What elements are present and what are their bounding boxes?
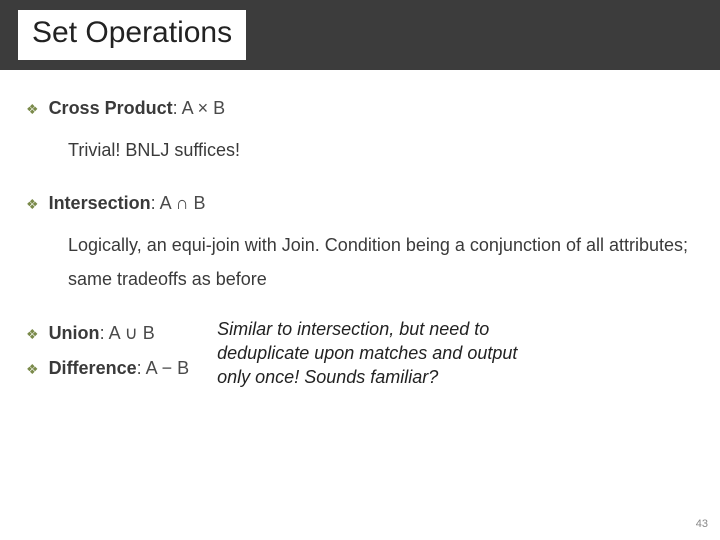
bullet-subtext: Logically, an equi-join with Join. Condi… [68, 228, 694, 296]
bullet-subtext: Trivial! BNLJ suffices! [68, 133, 694, 167]
bullet-expression: : A − B [137, 358, 190, 378]
bullet-line: ❖ Cross Product: A × B [26, 98, 694, 119]
bullet-intersection: ❖ Intersection: A ∩ B Logically, an equi… [26, 193, 694, 296]
slide: Set Operations ❖ Cross Product: A × B Tr… [0, 0, 720, 540]
page-number: 43 [696, 518, 708, 530]
bullet-union: ❖ Union: A ∪ B [26, 323, 189, 344]
bullet-line: ❖ Intersection: A ∩ B [26, 193, 694, 214]
bullet-label: Union [49, 323, 100, 343]
lower-row: ❖ Union: A ∪ B ❖ Difference: A − B Simil… [26, 323, 694, 393]
title-box: Set Operations [18, 10, 246, 60]
diamond-bullet-icon: ❖ [26, 361, 39, 378]
page-title: Set Operations [32, 16, 232, 49]
diamond-bullet-icon: ❖ [26, 326, 39, 343]
bullet-label: Intersection [49, 193, 151, 213]
bullet-expression: : A ∪ B [100, 323, 155, 343]
bullet-expression: : A ∩ B [151, 193, 206, 213]
diamond-bullet-icon: ❖ [26, 101, 39, 118]
bullet-label: Difference [49, 358, 137, 378]
bullet-difference: ❖ Difference: A − B [26, 358, 189, 379]
bullet-cross-product: ❖ Cross Product: A × B Trivial! BNLJ suf… [26, 98, 694, 167]
bullet-label: Cross Product [49, 98, 173, 118]
content-area: ❖ Cross Product: A × B Trivial! BNLJ suf… [0, 70, 720, 393]
diamond-bullet-icon: ❖ [26, 196, 39, 213]
lower-left-bullets: ❖ Union: A ∪ B ❖ Difference: A − B [26, 323, 189, 393]
bullet-expression: : A × B [173, 98, 226, 118]
annotation-text: Similar to intersection, but need to ded… [217, 317, 537, 390]
header-bar: Set Operations [0, 0, 720, 70]
